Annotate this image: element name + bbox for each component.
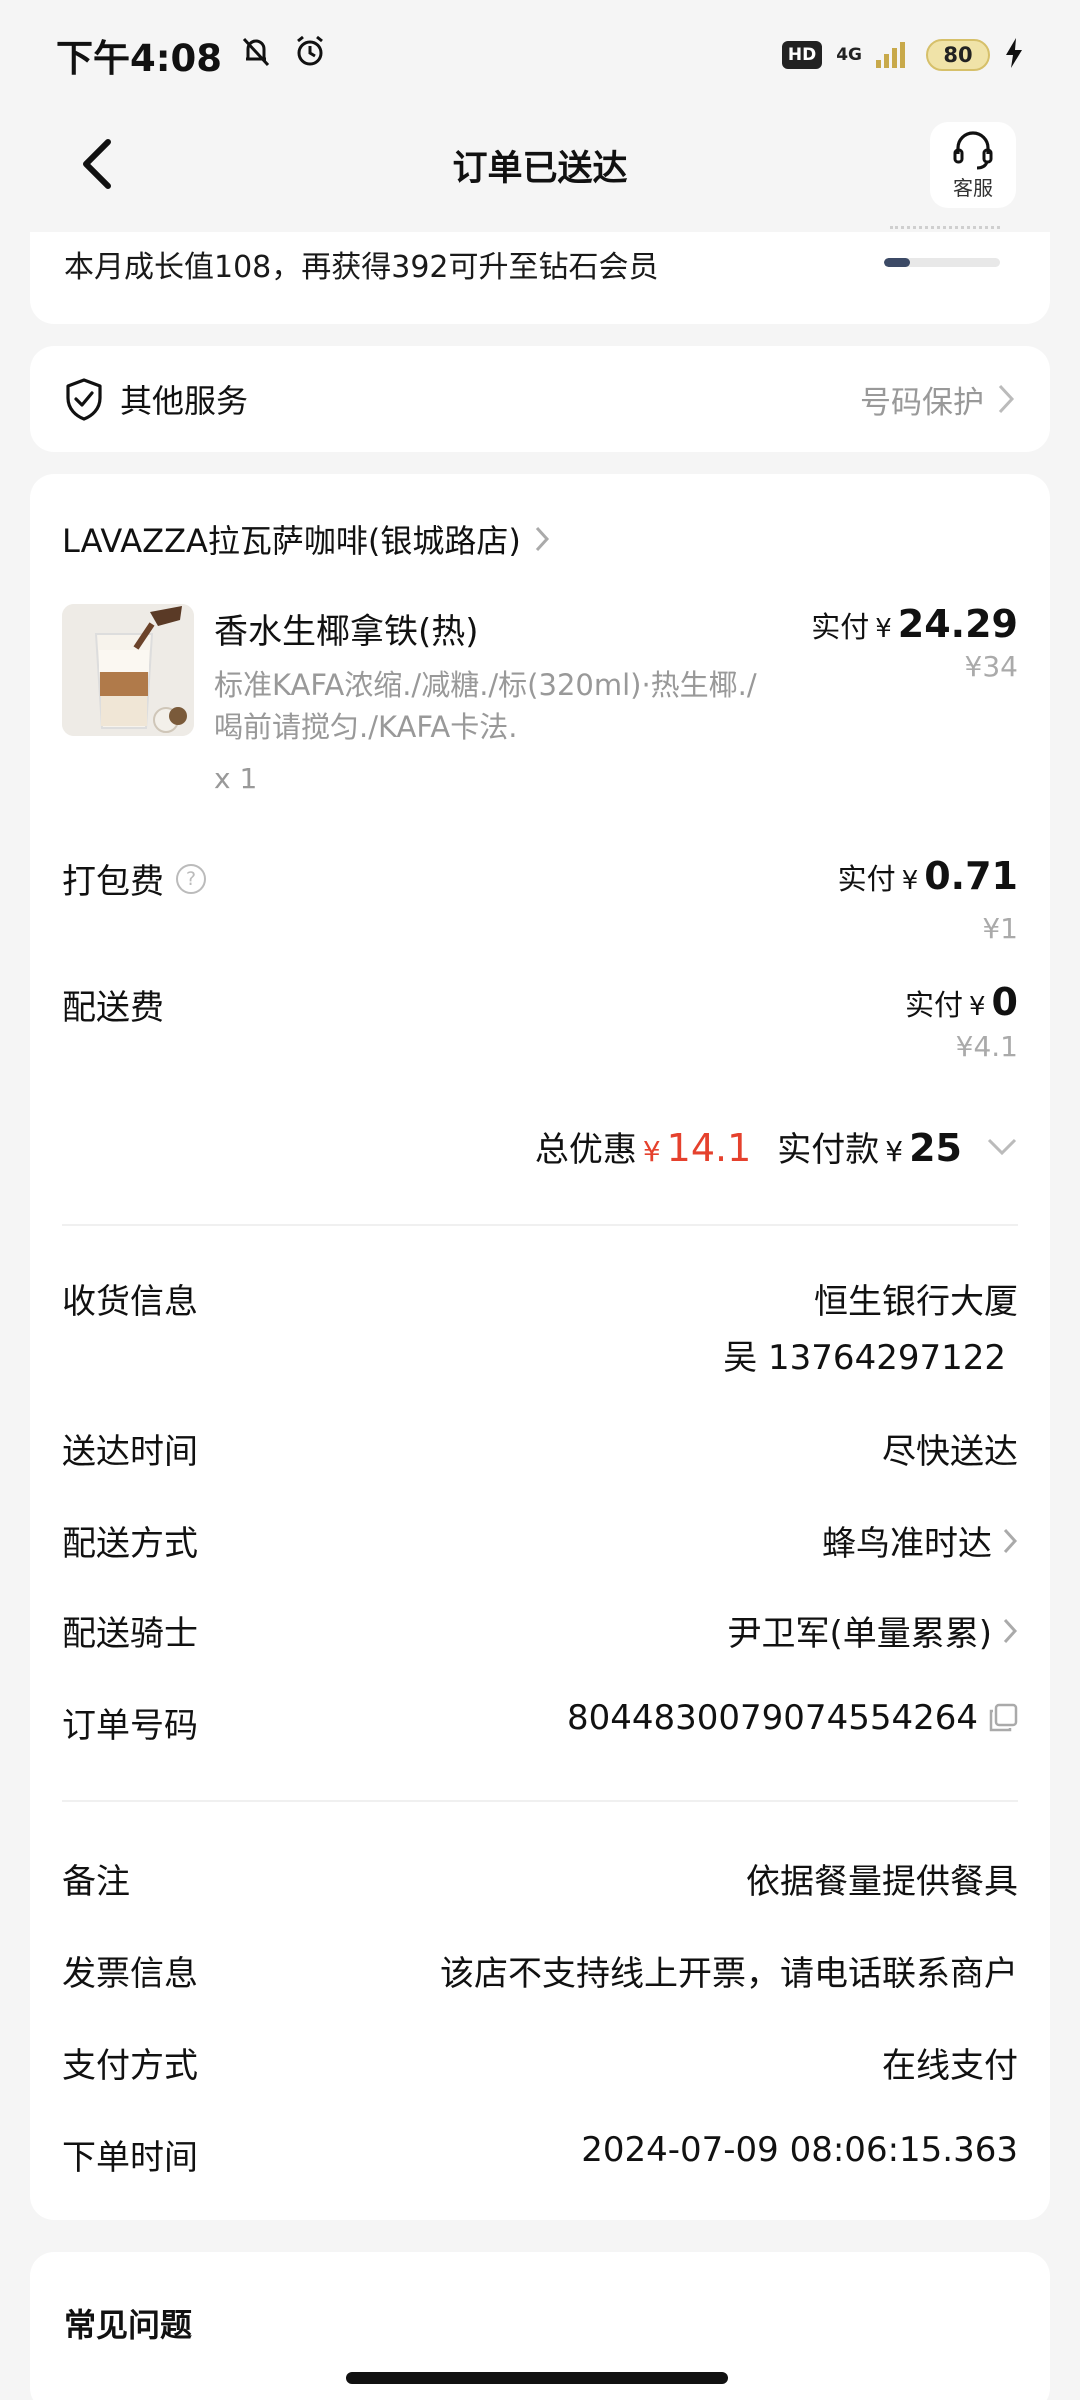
total-paid-amount: 25 — [909, 1126, 962, 1170]
faq-title: 常见问题 — [64, 2306, 193, 2344]
charging-icon — [1004, 38, 1024, 72]
back-arrow-icon — [83, 139, 111, 189]
product-price: 实付 ¥ 24.29 ¥34 — [811, 602, 1018, 683]
packing-fee-text: 打包费 — [62, 862, 164, 902]
hd-badge: HD — [781, 41, 823, 69]
packing-fee-price: 实付 ¥ 0.71 ¥1 — [838, 854, 1018, 945]
currency-symbol: ¥ — [901, 866, 919, 896]
status-right: HD 4G 80 — [781, 38, 1024, 72]
order-time-label: 下单时间 — [62, 2138, 198, 2178]
status-bar: 下午4:08 HD 4G 80 — [0, 0, 1080, 110]
invoice-label: 发票信息 — [62, 1954, 198, 1994]
remark-value: 依据餐量提供餐具 — [746, 1862, 1018, 1902]
shield-check-icon — [66, 378, 102, 421]
delivery-time-label: 送达时间 — [62, 1432, 198, 1472]
payment-method-value: 在线支付 — [882, 2046, 1018, 2086]
currency-symbol: ¥ — [642, 1135, 661, 1168]
growth-dots — [890, 226, 1000, 232]
payment-method-label: 支付方式 — [62, 2046, 198, 2086]
currency-symbol: ¥ — [885, 1135, 904, 1168]
rider-label: 配送骑士 — [62, 1614, 198, 1654]
headset-icon — [953, 130, 993, 169]
receiver-info-label: 收货信息 — [62, 1282, 198, 1322]
invoice-value: 该店不支持线上开票，请电话联系商户 — [440, 1954, 1018, 1994]
page-title: 订单已送达 — [452, 148, 628, 189]
order-card: LAVAZZA拉瓦萨咖啡(银城路店) 香水生椰拿铁(热) 标准KAFA浓缩./减… — [30, 474, 1050, 2220]
chevron-right-icon — [998, 384, 1015, 414]
delivery-fee-label: 配送费 — [62, 988, 164, 1028]
membership-card: 本月成长值108，再获得392可升至钻石会员 — [30, 226, 1050, 324]
battery-indicator: 80 — [926, 39, 990, 71]
product-name: 香水生椰拿铁(热) — [214, 612, 479, 652]
packing-fee-label: 打包费 ? — [62, 854, 206, 903]
order-number-value: 8044830079074554264 — [566, 1698, 978, 1738]
help-icon[interactable]: ? — [176, 863, 206, 894]
network-label: 4G — [836, 44, 862, 65]
remark-label: 备注 — [62, 1862, 130, 1902]
growth-progress-fill — [884, 258, 910, 267]
other-services-label: 其他服务 — [120, 382, 249, 420]
receiver-address: 恒生银行大厦 — [814, 1282, 1018, 1322]
rider-link[interactable]: 尹卫军(单量累累) — [727, 1606, 1018, 1655]
product-spec: 标准KAFA浓缩./减糖./标(320ml)·热生椰./喝前请搅匀./KAFA卡… — [214, 668, 757, 744]
packing-fee-original: ¥1 — [982, 912, 1018, 945]
divider — [62, 1224, 1018, 1226]
totals-row[interactable]: 总优惠 ¥ 14.1 实付款 ¥ 25 — [535, 1122, 1018, 1171]
delivery-method-link[interactable]: 蜂鸟准时达 — [822, 1516, 1018, 1565]
status-time: 下午4:08 — [56, 37, 223, 80]
rider-value: 尹卫军(单量累累) — [727, 1614, 992, 1654]
paid-label: 实付 — [837, 862, 896, 896]
product-quantity: x 1 — [214, 762, 258, 795]
total-paid-label: 实付款 — [777, 1130, 880, 1170]
delivery-fee-price: 实付 ¥ 0 ¥4.1 — [905, 980, 1018, 1063]
growth-progress-bar — [884, 258, 1000, 267]
divider — [62, 1800, 1018, 1802]
number-protection-label: 号码保护 — [860, 384, 984, 421]
currency-symbol: ¥ — [875, 614, 892, 644]
delivery-method-label: 配送方式 — [62, 1524, 198, 1564]
delivery-time-value: 尽快送达 — [882, 1432, 1018, 1472]
customer-service-button[interactable]: 客服 — [930, 122, 1016, 208]
paid-amount: 24.29 — [897, 602, 1018, 646]
chevron-right-icon — [1003, 1618, 1018, 1643]
chevron-down-icon — [987, 1138, 1017, 1156]
product-image[interactable] — [62, 604, 194, 736]
order-number-row: 8044830079074554264 — [567, 1698, 1018, 1738]
header: 订单已送达 客服 — [0, 110, 1080, 220]
chevron-right-icon — [1003, 1528, 1018, 1553]
mute-icon — [236, 31, 276, 80]
store-link[interactable]: LAVAZZA拉瓦萨咖啡(银城路店) — [62, 516, 551, 562]
delivery-fee-amount: 0 — [991, 980, 1018, 1024]
home-indicator[interactable] — [346, 2372, 728, 2384]
chevron-right-icon — [535, 526, 549, 552]
order-number-label: 订单号码 — [62, 1706, 198, 1746]
back-button[interactable] — [68, 134, 128, 194]
growth-text: 本月成长值108，再获得392可升至钻石会员 — [64, 250, 659, 285]
paid-label: 实付 — [904, 988, 963, 1022]
order-time-value: 2024-07-09 08:06:15.363 — [581, 2130, 1018, 2170]
delivery-fee-original: ¥4.1 — [955, 1030, 1018, 1063]
currency-symbol: ¥ — [969, 992, 986, 1022]
signal-icon — [876, 38, 912, 72]
alarm-icon — [290, 31, 330, 80]
total-discount-label: 总优惠 — [534, 1130, 637, 1170]
store-name: LAVAZZA拉瓦萨咖啡(银城路店) — [62, 522, 521, 560]
number-protection-link[interactable]: 号码保护 — [860, 377, 1016, 422]
packing-fee-amount: 0.71 — [924, 854, 1018, 898]
total-discount-amount: 14.1 — [666, 1126, 752, 1170]
status-left: 下午4:08 — [56, 28, 330, 82]
receiver-contact: 吴 13764297122 — [723, 1338, 1006, 1378]
copy-icon[interactable] — [988, 1703, 1018, 1733]
customer-service-label: 客服 — [953, 175, 993, 200]
other-services-card[interactable]: 其他服务 号码保护 — [30, 346, 1050, 452]
original-price: ¥34 — [964, 650, 1018, 683]
paid-label: 实付 — [811, 610, 870, 644]
delivery-method-value: 蜂鸟准时达 — [822, 1524, 992, 1564]
